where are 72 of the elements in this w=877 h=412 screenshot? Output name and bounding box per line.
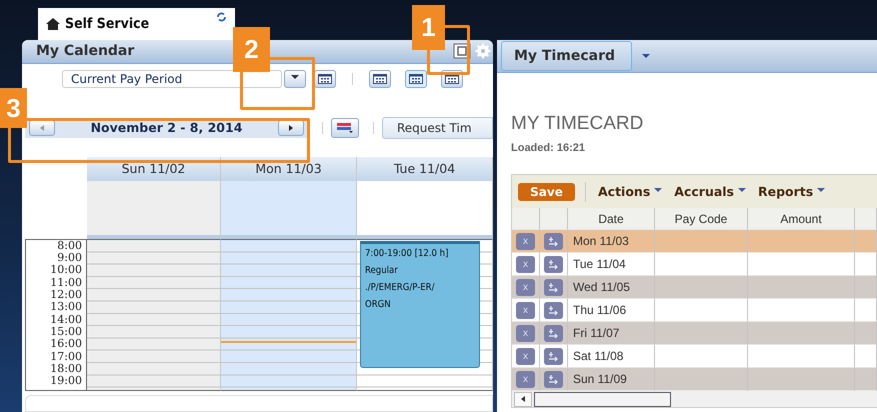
caret-icon <box>286 124 295 132</box>
legend-button[interactable] <box>331 118 359 138</box>
home-icon <box>46 18 60 30</box>
dropdown-button[interactable] <box>284 70 306 88</box>
add-punch-button[interactable] <box>544 302 563 318</box>
add-punch-button[interactable] <box>544 348 563 364</box>
calendar-icon <box>409 74 423 84</box>
view-button[interactable] <box>405 70 427 88</box>
hour-label: 18:00 <box>50 362 82 376</box>
timecard-tab[interactable]: My Timecard <box>501 41 632 71</box>
punch-icon <box>548 350 559 362</box>
punch-icon <box>548 236 559 246</box>
timecard-row[interactable]: x Wed 11/05 <box>512 276 877 299</box>
hour-label: 12:00 <box>50 289 82 302</box>
menu-button[interactable]: Actions <box>596 184 664 199</box>
page-heading: MY TIMECARD <box>511 113 644 135</box>
timecard-row[interactable]: x Sun 11/09 <box>512 368 877 391</box>
add-punch-button[interactable] <box>544 324 563 342</box>
calendar-icon <box>445 74 459 84</box>
caret-icon <box>519 395 527 403</box>
timecard-row[interactable]: x Mon 11/03 <box>512 230 877 253</box>
add-punch-button[interactable] <box>544 232 563 250</box>
refresh-icon[interactable] <box>216 12 227 22</box>
hour-label: 15:00 <box>50 326 82 338</box>
request-time-off-button[interactable]: Request Tim <box>382 116 493 139</box>
punch-icon <box>548 304 559 316</box>
save-button[interactable]: Save <box>518 182 575 200</box>
timecard-row[interactable]: x Fri 11/07 <box>512 322 877 345</box>
add-punch-button[interactable] <box>544 256 563 272</box>
calendar-icon <box>318 74 332 84</box>
date-picker-button[interactable] <box>314 70 336 88</box>
shift-event[interactable]: 7:00-19:00 [12.0 h] Regular ./P/EMERG/P-ER/ ORGN <box>360 240 480 368</box>
legend-icon <box>336 122 354 134</box>
callout-number: 3 <box>0 88 27 128</box>
hour-label: 9:00 <box>57 252 82 264</box>
timecard-row[interactable]: x Tue 11/04 <box>512 253 877 276</box>
self-service-tab[interactable]: Self Service <box>38 8 235 40</box>
loaded-time: Loaded: 16:21 <box>511 142 586 154</box>
add-punch-button[interactable] <box>544 370 563 388</box>
menu-button[interactable]: Accruals <box>672 184 748 199</box>
punch-icon <box>548 374 559 384</box>
hour-label: 13:00 <box>50 301 82 314</box>
hour-label: 11:00 <box>50 276 82 290</box>
timecard-row[interactable]: x Thu 11/06 <box>512 299 877 322</box>
callout-number: 2 <box>233 27 270 72</box>
hour-label: 8:00 <box>57 240 82 252</box>
event-text: 7:00-19:00 [12.0 h] <box>365 248 450 259</box>
hour-label: 19:00 <box>50 375 82 388</box>
hour-label: 14:00 <box>50 314 82 326</box>
event-text: ORGN <box>365 298 392 310</box>
calendar-icon <box>373 74 387 84</box>
punch-icon <box>548 258 559 270</box>
hour-label: 17:00 <box>50 350 82 363</box>
date-range: November 2 - 8, 2014 <box>90 120 242 136</box>
punch-icon <box>548 328 559 338</box>
event-text: ./P/EMERG/P-ER/ <box>365 282 436 293</box>
panel-title: My Calendar <box>36 43 134 60</box>
scroll-left-button[interactable] <box>514 392 532 406</box>
hour-label: 16:00 <box>50 338 82 351</box>
punch-icon <box>548 282 559 292</box>
timecard-row[interactable]: x Sat 11/08 <box>512 345 877 368</box>
view-button[interactable] <box>369 70 391 88</box>
day-header: Mon 11/03 <box>221 156 357 181</box>
event-text: Regular <box>365 264 399 276</box>
add-punch-button[interactable] <box>544 278 563 296</box>
menu-button[interactable]: Reports <box>756 184 828 199</box>
hour-label: 10:00 <box>50 264 82 277</box>
tab-title: Self Service <box>65 16 150 32</box>
callout-number: 1 <box>412 5 445 50</box>
caret-icon <box>38 124 46 132</box>
day-header: Tue 11/04 <box>357 156 493 181</box>
scrollbar-thumb[interactable] <box>534 392 671 406</box>
